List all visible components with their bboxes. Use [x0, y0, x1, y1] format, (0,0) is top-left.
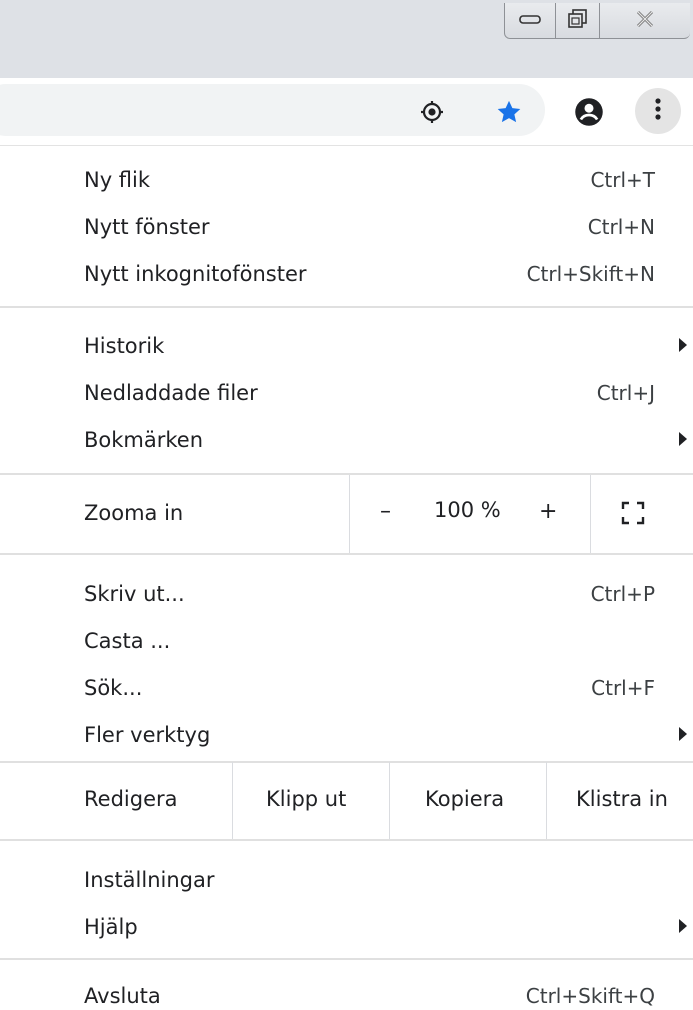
copy-button[interactable]: Kopiera	[425, 787, 504, 811]
menu-item-label: Ny flik	[84, 168, 151, 192]
minimize-button[interactable]	[504, 3, 556, 39]
menu-separator	[0, 839, 693, 841]
restore-button[interactable]	[556, 3, 600, 39]
submenu-arrow-icon	[679, 432, 687, 446]
bookmark-star-icon[interactable]	[495, 98, 523, 126]
menu-item-shortcut: Ctrl+T	[590, 168, 655, 192]
menu-separator	[0, 306, 693, 308]
menu-item-new-window[interactable]: Nytt fönster Ctrl+N	[0, 204, 693, 250]
menu-item-exit[interactable]: Avsluta Ctrl+Skift+Q	[0, 973, 693, 1010]
edit-row: Redigera Klipp ut Kopiera Klistra in	[0, 762, 693, 839]
menu-item-label: Historik	[84, 334, 165, 358]
menu-item-shortcut: Ctrl+Skift+Q	[525, 984, 655, 1008]
menu-item-label: Casta ...	[84, 629, 171, 653]
menu-item-label: Fler verktyg	[84, 723, 211, 747]
menu-item-label: Nedladdade filer	[84, 381, 258, 405]
menu-item-bookmarks[interactable]: Bokmärken	[0, 417, 693, 463]
menu-item-cast[interactable]: Casta ...	[0, 618, 693, 664]
title-bar	[0, 0, 693, 78]
edit-divider	[546, 762, 547, 839]
menu-item-label: Inställningar	[84, 868, 215, 892]
menu-item-label: Hjälp	[84, 915, 138, 939]
edit-divider	[389, 762, 390, 839]
menu-item-shortcut: Ctrl+Skift+N	[526, 262, 655, 286]
submenu-arrow-icon	[679, 919, 687, 933]
menu-item-new-tab[interactable]: Ny flik Ctrl+T	[0, 157, 693, 203]
zoom-divider	[349, 475, 350, 553]
window-controls	[504, 3, 690, 41]
menu-item-help[interactable]: Hjälp	[0, 904, 693, 950]
more-vert-icon	[654, 97, 662, 125]
submenu-arrow-icon	[679, 338, 687, 352]
menu-item-history[interactable]: Historik	[0, 323, 693, 369]
zoom-divider	[590, 475, 591, 553]
edit-label: Redigera	[84, 787, 178, 811]
submenu-arrow-icon	[679, 727, 687, 741]
browser-toolbar	[0, 78, 693, 146]
close-icon	[636, 10, 654, 32]
cut-button[interactable]: Klipp ut	[266, 787, 346, 811]
menu-separator	[0, 958, 693, 960]
restore-icon	[567, 8, 588, 33]
minimize-icon	[519, 11, 541, 30]
menu-item-more-tools[interactable]: Fler verktyg	[0, 712, 693, 758]
menu-item-new-incognito-window[interactable]: Nytt inkognitofönster Ctrl+Skift+N	[0, 251, 693, 297]
edit-divider	[232, 762, 233, 839]
location-icon[interactable]	[420, 100, 444, 124]
menu-item-label: Nytt inkognitofönster	[84, 262, 307, 286]
zoom-in-button[interactable]: +	[539, 499, 557, 524]
menu-item-settings[interactable]: Inställningar	[0, 857, 693, 903]
menu-item-find[interactable]: Sök... Ctrl+F	[0, 665, 693, 711]
menu-item-shortcut: Ctrl+F	[591, 676, 655, 700]
profile-icon[interactable]	[574, 97, 604, 127]
address-bar[interactable]	[0, 84, 545, 136]
menu-item-shortcut: Ctrl+J	[596, 381, 655, 405]
menu-item-label: Nytt fönster	[84, 215, 210, 239]
more-menu-button[interactable]	[635, 88, 681, 134]
paste-button[interactable]: Klistra in	[576, 787, 668, 811]
zoom-label: Zooma in	[84, 501, 184, 525]
menu-item-label: Avsluta	[84, 984, 161, 1008]
menu-separator	[0, 553, 693, 555]
menu-item-shortcut: Ctrl+N	[587, 215, 655, 239]
menu-item-label: Bokmärken	[84, 428, 204, 452]
menu-item-label: Sök...	[84, 676, 143, 700]
zoom-row: Zooma in – 100 % +	[0, 475, 693, 553]
close-button[interactable]	[600, 3, 690, 39]
menu-item-print[interactable]: Skriv ut... Ctrl+P	[0, 571, 693, 617]
menu-item-shortcut: Ctrl+P	[590, 582, 655, 606]
fullscreen-icon[interactable]	[621, 501, 645, 530]
menu-item-label: Skriv ut...	[84, 582, 185, 606]
zoom-out-button[interactable]: –	[380, 499, 391, 524]
zoom-level-value: 100 %	[434, 498, 501, 522]
menu-item-downloads[interactable]: Nedladdade filer Ctrl+J	[0, 370, 693, 416]
